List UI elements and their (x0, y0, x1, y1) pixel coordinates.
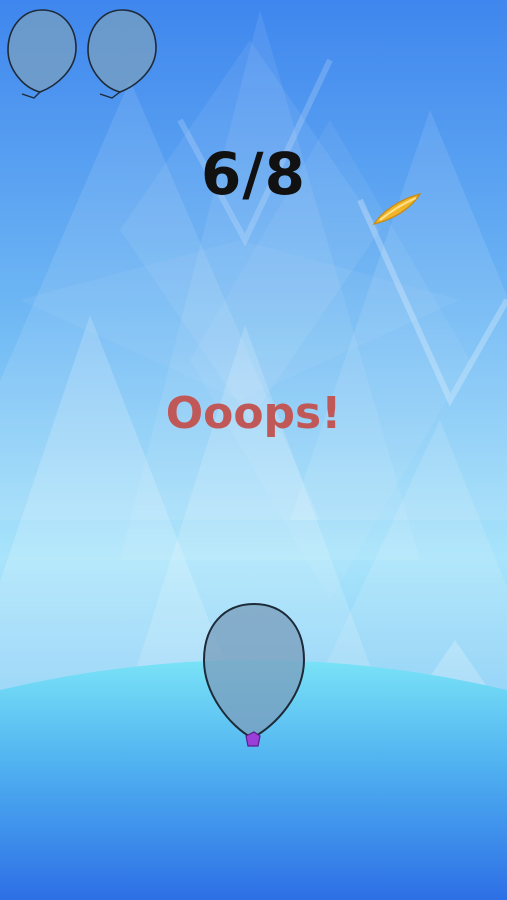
score-counter: 6/8 (201, 140, 306, 208)
game-scene[interactable]: 6/8 Ooops! (0, 0, 507, 900)
balloon-icon (7, 9, 77, 99)
player-balloon[interactable] (198, 600, 310, 752)
mountain-background (0, 0, 507, 900)
lives-indicator (7, 9, 157, 99)
status-message: Ooops! (165, 388, 342, 439)
balloon-icon (87, 9, 157, 99)
dart-obstacle (372, 192, 422, 225)
